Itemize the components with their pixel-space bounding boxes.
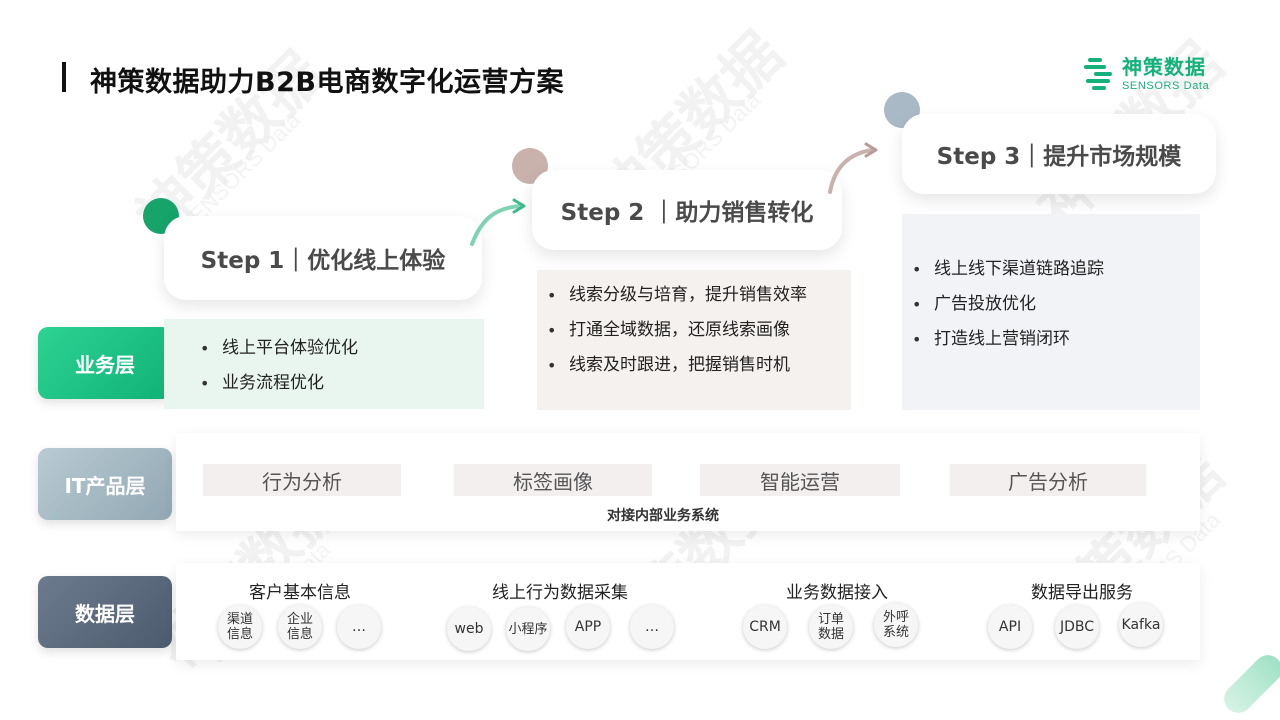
bullet-item: 线上平台体验优化	[198, 331, 484, 366]
step-1-card: Step 1｜优化线上体验	[164, 216, 482, 300]
data-item: Kafka	[1119, 603, 1163, 647]
data-item: API	[988, 605, 1032, 649]
title-bar	[62, 62, 66, 92]
data-item: 外呼 系统	[874, 603, 918, 647]
bullet-item: 打通全域数据，还原线索画像	[545, 313, 851, 348]
data-item: CRM	[743, 605, 787, 649]
data-item: …	[337, 605, 381, 649]
logo-text-en: SENSORS Data	[1122, 79, 1210, 92]
data-item: 小程序	[506, 607, 550, 651]
bullet-item: 线上线下渠道链路追踪	[910, 252, 1200, 287]
data-item: 订单 数据	[809, 605, 853, 649]
bullet-item: 打造线上营销闭环	[910, 322, 1200, 357]
layer-label-business: 业务层	[38, 327, 172, 399]
page-title: 神策数据助力B2B电商数字化运营方案	[90, 67, 564, 98]
logo-icon	[1084, 56, 1116, 92]
data-item: 企业 信息	[278, 605, 322, 649]
it-chip: 行为分析	[203, 464, 401, 496]
data-item: …	[630, 605, 674, 649]
data-group-title: 客户基本信息	[249, 583, 351, 603]
bullet-item: 广告投放优化	[910, 287, 1200, 322]
data-item: web	[447, 607, 491, 651]
step-1-label: Step 1｜优化线上体验	[200, 248, 446, 274]
step-1-box: 线上平台体验优化 业务流程优化	[164, 319, 484, 409]
layer-label-data: 数据层	[38, 576, 172, 648]
step-2-label: Step 2 ｜助力销售转化	[560, 200, 814, 226]
bullet-item: 线索及时跟进，把握销售时机	[545, 348, 851, 383]
logo: 神策数据 SENSORS Data	[1084, 56, 1209, 92]
it-chip: 标签画像	[454, 464, 652, 496]
data-item: APP	[566, 605, 610, 649]
layer-label-it: IT产品层	[38, 448, 172, 520]
bullet-item: 业务流程优化	[198, 366, 484, 401]
corner-decoration	[1218, 649, 1280, 719]
data-item: 渠道 信息	[218, 605, 262, 649]
it-chip: 智能运营	[700, 464, 900, 496]
it-chip: 广告分析	[950, 464, 1146, 496]
data-group-title: 业务数据接入	[786, 583, 888, 603]
step-3-box: 线上线下渠道链路追踪 广告投放优化 打造线上营销闭环	[902, 214, 1200, 410]
arrow-icon	[470, 198, 526, 246]
step-2-box: 线索分级与培育，提升销售效率 打通全域数据，还原线索画像 线索及时跟进，把握销售…	[537, 270, 851, 410]
logo-text-cn: 神策数据	[1122, 54, 1206, 79]
step-3-label: Step 3｜提升市场规模	[936, 144, 1182, 170]
data-group-title: 线上行为数据采集	[492, 583, 628, 603]
step-2-card: Step 2 ｜助力销售转化	[532, 170, 842, 250]
step-3-card: Step 3｜提升市场规模	[902, 114, 1216, 194]
arrow-icon	[828, 142, 878, 194]
data-item: JDBC	[1055, 605, 1099, 649]
it-note: 对接内部业务系统	[607, 508, 719, 524]
data-group-title: 数据导出服务	[1031, 583, 1133, 603]
bullet-item: 线索分级与培育，提升销售效率	[545, 278, 851, 313]
